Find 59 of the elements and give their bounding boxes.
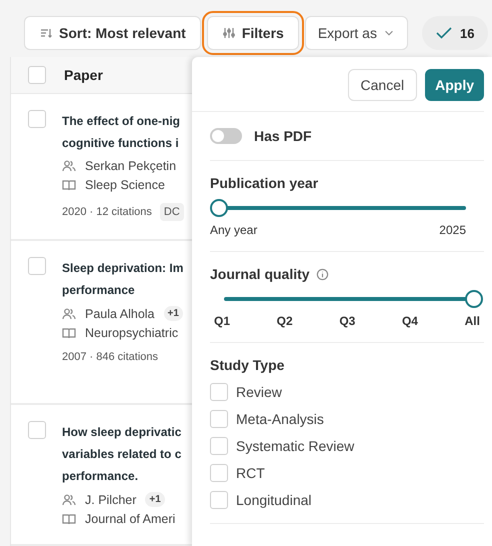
journal-quality-title: Journal quality (210, 266, 310, 282)
check-icon (436, 26, 452, 40)
author-name[interactable]: Paula Alhola (85, 306, 155, 320)
people-icon (62, 492, 76, 506)
journal-name: Sleep Science (85, 178, 165, 192)
quality-tick-label: Q2 (276, 314, 293, 328)
row-checkbox[interactable] (28, 257, 46, 275)
study-type-checkbox[interactable] (210, 410, 228, 428)
more-authors-badge[interactable]: +1 (164, 306, 183, 321)
study-type-label[interactable]: RCT (236, 465, 265, 481)
info-icon (316, 268, 329, 280)
max-year-label: 2025 (439, 223, 466, 237)
paper-column-header: Paper (64, 67, 103, 83)
book-icon (62, 512, 76, 526)
study-type-checkbox[interactable] (210, 491, 228, 509)
quality-tick-label: Q4 (402, 314, 418, 328)
select-all-checkbox[interactable] (28, 66, 46, 84)
slider-thumb[interactable] (465, 290, 483, 308)
cancel-button[interactable]: Cancel (348, 69, 418, 101)
sliders-icon (222, 26, 236, 40)
paper-tag: DC (160, 203, 184, 221)
sort-button[interactable]: Sort: Most relevant (24, 16, 201, 50)
publication-year-title: Publication year (210, 175, 320, 191)
selection-count: 16 (460, 26, 474, 40)
study-type-label[interactable]: Review (236, 384, 282, 400)
study-type-checkbox[interactable] (210, 464, 228, 482)
row-checkbox[interactable] (28, 421, 46, 439)
apply-button[interactable]: Apply (425, 69, 484, 101)
journal-name: Journal of Ameri (85, 512, 176, 526)
paper-title[interactable]: Sleep deprivation: Im performance (62, 257, 184, 301)
selection-count-badge[interactable]: 16 (422, 16, 488, 50)
author-name[interactable]: J. Pilcher (85, 492, 136, 506)
quality-tick-label: Q1 (214, 314, 230, 328)
slider-thumb[interactable] (210, 199, 228, 217)
paper-title[interactable]: How sleep deprivatic variables related to c performance. (62, 421, 182, 487)
study-type-checkbox[interactable] (210, 383, 228, 401)
author-name[interactable]: Serkan Pekçetin (85, 159, 176, 173)
min-year-label: Any year (210, 223, 258, 237)
study-type-label[interactable]: Longitudinal (236, 492, 312, 508)
quality-tick-label: All (464, 314, 480, 328)
book-icon (62, 326, 76, 340)
has-pdf-label: Has PDF (254, 128, 312, 144)
study-type-label[interactable]: Meta-Analysis (236, 411, 324, 427)
book-icon (62, 178, 76, 192)
people-icon (62, 306, 76, 320)
paper-meta: 2007 · 846 citations (62, 351, 158, 363)
export-button[interactable]: Export as (304, 16, 408, 50)
study-type-checkbox[interactable] (210, 437, 228, 455)
paper-meta: 2020 · 12 citations (62, 206, 152, 218)
people-icon (62, 159, 76, 173)
more-authors-badge[interactable]: +1 (145, 492, 165, 507)
study-type-label[interactable]: Systematic Review (236, 438, 354, 454)
quality-tick-label: Q3 (339, 314, 356, 328)
journal-name: Neuropsychiatric (85, 326, 178, 340)
paper-title[interactable]: The effect of one-nig cognitive functions i (62, 110, 184, 154)
row-checkbox[interactable] (28, 110, 46, 128)
sort-icon (39, 26, 53, 40)
has-pdf-toggle[interactable] (210, 128, 242, 144)
study-type-title: Study Type (210, 357, 286, 373)
